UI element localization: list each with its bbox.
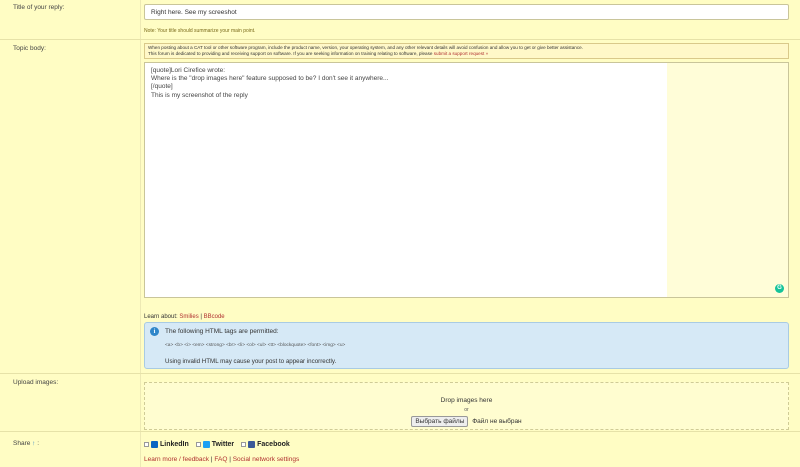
share-options: LinkedIn Twitter Facebook xyxy=(144,441,295,448)
faq-link[interactable]: FAQ xyxy=(214,456,227,463)
share-separator: | xyxy=(229,456,231,463)
posting-notice: When posting about a CAT tool or other s… xyxy=(144,43,789,59)
learn-separator: | xyxy=(200,314,202,320)
editor-frame: [quote]Lori Cirefice wrote: Where is the… xyxy=(144,62,789,298)
twitter-checkbox[interactable] xyxy=(195,442,201,447)
learn-about: Learn about: Smilies | BBcode xyxy=(144,314,225,320)
share-arrow-icon: ↑ xyxy=(32,440,36,447)
bbcode-link[interactable]: BBcode xyxy=(204,314,225,320)
title-input[interactable]: Right here. See my screeshot xyxy=(144,4,789,20)
smilies-link[interactable]: Smilies xyxy=(179,314,198,320)
editor-line: [/quote] xyxy=(151,83,173,91)
drop-images-text: Drop images here xyxy=(440,397,493,404)
row-divider xyxy=(140,374,141,431)
row-divider xyxy=(140,0,141,39)
grammarly-icon[interactable]: G xyxy=(775,284,784,293)
share-label: Share ↑ : xyxy=(13,440,39,447)
learn-prefix: Learn about: xyxy=(144,314,178,320)
file-status: Файл не выбран xyxy=(472,418,522,426)
editor-line: [quote]Lori Cirefice wrote: xyxy=(151,67,226,74)
share-label-suffix: : xyxy=(37,440,40,447)
share-links: Learn more / feedback | FAQ | Social net… xyxy=(144,456,299,463)
file-picker: Выбрать файлы Файл не выбран xyxy=(145,416,788,427)
linkedin-label: LinkedIn xyxy=(160,441,189,449)
drop-or-text: or xyxy=(464,407,469,413)
info-icon: i xyxy=(150,327,159,336)
twitter-label: Twitter xyxy=(211,441,235,449)
upload-images-row: Upload images: Drop images here or Выбра… xyxy=(0,374,800,432)
linkedin-checkbox[interactable] xyxy=(144,442,149,447)
editor-line: This is my screenshot of the reply xyxy=(151,91,248,99)
share-label-text: Share xyxy=(13,440,31,447)
title-label: Title of your reply: xyxy=(13,4,65,11)
notice-line-2-text: This forum is dedicated to providing and… xyxy=(148,51,433,56)
html-tags-info-box: i The following HTML tags are permitted:… xyxy=(144,322,789,369)
topic-body-textarea[interactable]: [quote]Lori Cirefice wrote: Where is the… xyxy=(145,63,667,297)
row-divider xyxy=(140,432,141,467)
learn-more-link[interactable]: Learn more / feedback xyxy=(144,456,209,463)
facebook-icon xyxy=(248,441,256,448)
row-divider xyxy=(140,40,141,373)
choose-files-button[interactable]: Выбрать файлы xyxy=(411,416,469,427)
facebook-label: Facebook xyxy=(257,441,290,449)
invalid-html-warning: Using invalid HTML may cause your post t… xyxy=(165,358,337,365)
facebook-checkbox[interactable] xyxy=(241,442,247,447)
linkedin-icon xyxy=(151,441,158,448)
title-note: Note: Your title should summarize your m… xyxy=(144,28,256,34)
title-row: Title of your reply: Right here. See my … xyxy=(0,0,800,40)
permitted-tags: <a> <b> <i> <em> <strong> <br> <li> <ol>… xyxy=(165,343,346,348)
upload-images-label: Upload images: xyxy=(13,379,59,386)
topic-body-row: Topic body: When posting about a CAT too… xyxy=(0,40,800,374)
support-request-link[interactable]: submit a support request » xyxy=(434,51,488,56)
social-settings-link[interactable]: Social network settings xyxy=(233,456,299,463)
editor-line: Where is the "drop images here" feature … xyxy=(151,75,389,83)
topic-body-label: Topic body: xyxy=(13,45,46,52)
notice-line-2: This forum is dedicated to providing and… xyxy=(148,51,785,57)
image-drop-zone[interactable]: Drop images here or Выбрать файлы Файл н… xyxy=(144,382,789,430)
share-separator: | xyxy=(210,456,213,463)
share-row: Share ↑ : LinkedIn Twitter Facebook Lear… xyxy=(0,432,800,467)
info-heading: The following HTML tags are permitted: xyxy=(165,328,279,335)
twitter-icon xyxy=(202,441,210,448)
